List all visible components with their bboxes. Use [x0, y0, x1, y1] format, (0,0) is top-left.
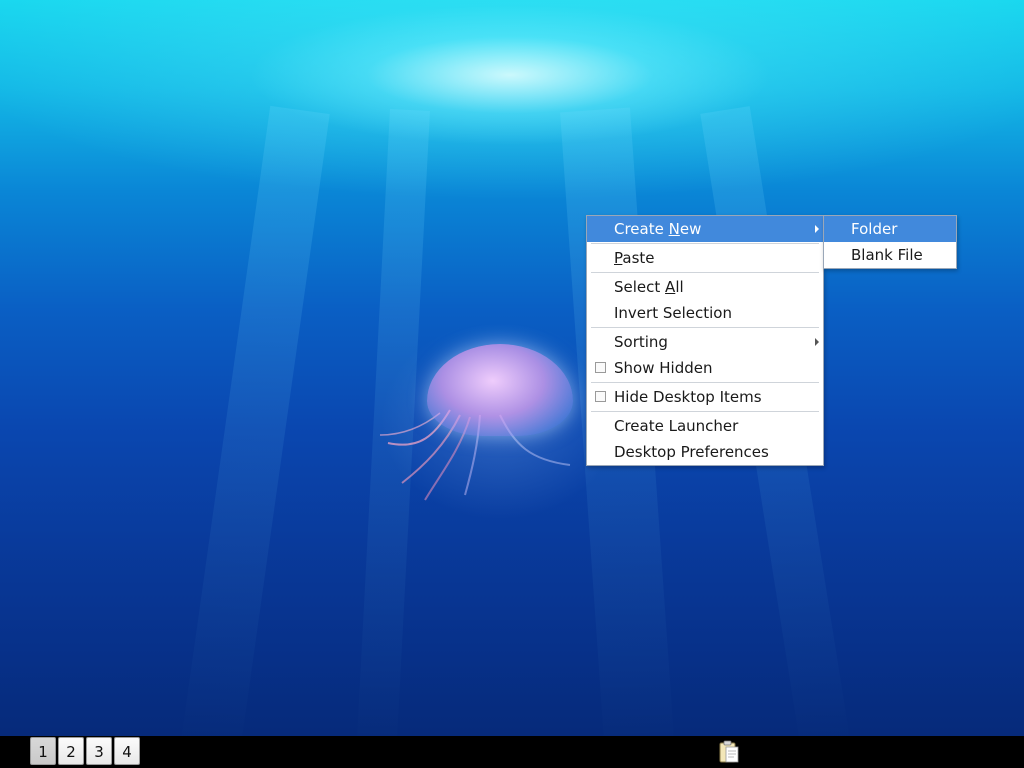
menu-item-select-all[interactable]: Select All: [587, 274, 823, 300]
menu-item-label: Paste: [614, 249, 655, 267]
menu-item-label: Hide Desktop Items: [614, 388, 762, 406]
menu-item-label: Folder: [851, 220, 898, 238]
workspace-button-3[interactable]: 3: [86, 737, 112, 765]
menu-item-label: Sorting: [614, 333, 668, 351]
taskbar: 1 2 3 4: [0, 736, 1024, 768]
desktop-context-menu: Create New Paste Select All Invert Selec…: [586, 215, 824, 466]
workspace-button-4[interactable]: 4: [114, 737, 140, 765]
menu-separator: [591, 272, 819, 273]
menu-item-create-new[interactable]: Create New: [587, 216, 823, 242]
menu-item-desktop-preferences[interactable]: Desktop Preferences: [587, 439, 823, 465]
menu-item-label: Desktop Preferences: [614, 443, 769, 461]
menu-item-paste[interactable]: Paste: [587, 245, 823, 271]
submenu-arrow-icon: [815, 225, 819, 233]
workspace-button-2[interactable]: 2: [58, 737, 84, 765]
submenu-item-folder[interactable]: Folder: [824, 216, 956, 242]
light-ray: [179, 105, 330, 736]
submenu-item-blank-file[interactable]: Blank File: [824, 242, 956, 268]
checkbox-icon[interactable]: [595, 362, 606, 373]
menu-item-label: Create New: [614, 220, 702, 238]
submenu-arrow-icon: [815, 338, 819, 346]
menu-item-label: Create Launcher: [614, 417, 739, 435]
menu-item-hide-desktop-items[interactable]: Hide Desktop Items: [587, 384, 823, 410]
menu-separator: [591, 411, 819, 412]
menu-separator: [591, 327, 819, 328]
clipboard-icon[interactable]: [718, 740, 740, 764]
menu-item-show-hidden[interactable]: Show Hidden: [587, 355, 823, 381]
menu-item-label: Show Hidden: [614, 359, 713, 377]
menu-item-label: Invert Selection: [614, 304, 732, 322]
create-new-submenu: Folder Blank File: [823, 215, 957, 269]
menu-item-invert-selection[interactable]: Invert Selection: [587, 300, 823, 326]
workspace-button-1[interactable]: 1: [30, 737, 56, 765]
menu-separator: [591, 243, 819, 244]
menu-item-sorting[interactable]: Sorting: [587, 329, 823, 355]
menu-separator: [591, 382, 819, 383]
menu-item-label: Select All: [614, 278, 684, 296]
desktop-wallpaper[interactable]: [0, 0, 1024, 736]
menu-item-create-launcher[interactable]: Create Launcher: [587, 413, 823, 439]
checkbox-icon[interactable]: [595, 391, 606, 402]
menu-item-label: Blank File: [851, 246, 923, 264]
